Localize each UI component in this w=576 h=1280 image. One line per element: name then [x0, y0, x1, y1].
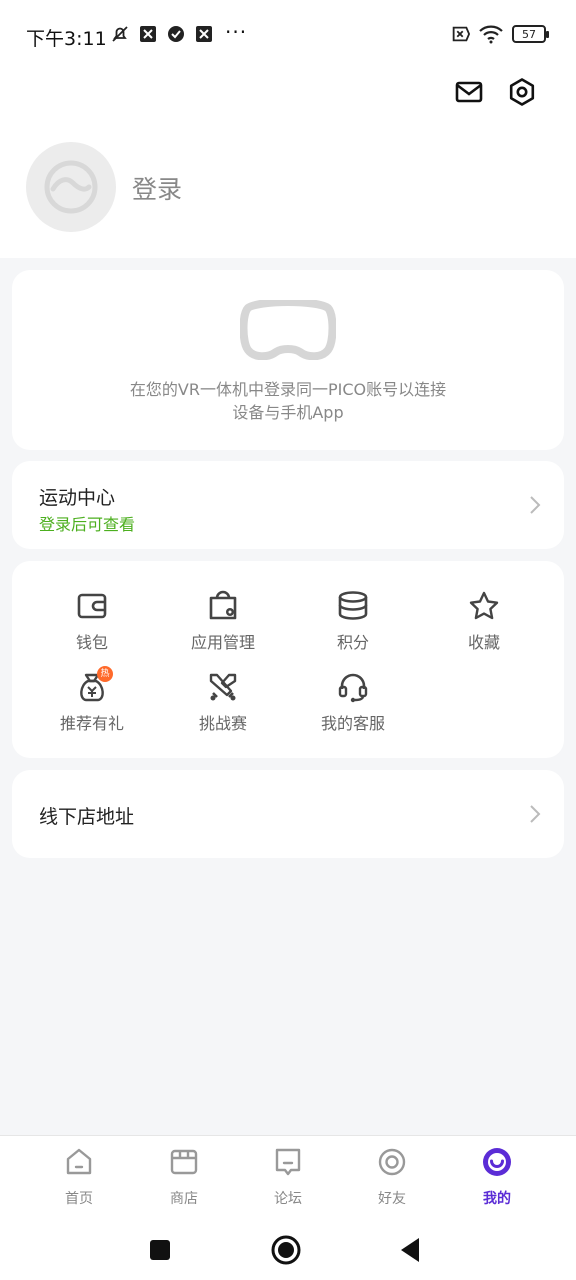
battery-level: 57: [522, 27, 536, 41]
grid-item-label: 挑战赛: [198, 714, 247, 733]
forum-icon: [275, 1148, 301, 1176]
me-icon: [483, 1148, 511, 1176]
grid-item-challenge[interactable]: 挑战赛: [163, 670, 283, 740]
grid-item-referral[interactable]: 热 推荐有礼: [32, 666, 152, 740]
app-manage-icon: [209, 590, 237, 620]
vr-connect-line2: 设备与手机App: [232, 403, 344, 422]
tab-label: 我的: [483, 1191, 511, 1207]
avatar[interactable]: [26, 142, 116, 232]
wifi-icon: [478, 24, 504, 44]
wallet-icon: [77, 593, 107, 619]
star-icon: [469, 591, 499, 620]
grid-item-app-manage[interactable]: 应用管理: [163, 589, 283, 659]
check-circle-icon: [166, 24, 186, 44]
muted-bell-icon: [110, 24, 130, 44]
home-system-button[interactable]: [266, 1230, 306, 1270]
tab-forum[interactable]: 论坛: [248, 1146, 328, 1216]
tab-label: 商店: [170, 1191, 198, 1207]
profile-header: 登录: [0, 70, 576, 258]
tab-home[interactable]: 首页: [39, 1146, 119, 1216]
offline-store-address-row[interactable]: 线下店地址: [12, 770, 564, 858]
grid-item-label: 推荐有礼: [59, 714, 124, 733]
grid-item-label: 应用管理: [190, 633, 255, 652]
friends-icon: [378, 1148, 406, 1176]
tab-label: 论坛: [274, 1191, 302, 1207]
back-system-button[interactable]: [390, 1230, 430, 1270]
grid-item-customer-service[interactable]: 我的客服: [293, 670, 413, 740]
sim-off-icon: [450, 24, 470, 44]
grid-item-points[interactable]: 积分: [293, 589, 413, 659]
vr-connect-card: 在您的VR一体机中登录同一PICO账号以连接 设备与手机App: [12, 270, 564, 450]
square-icon: [150, 1240, 170, 1260]
sport-center-subtitle: 登录后可查看: [39, 515, 136, 534]
settings-button[interactable]: [504, 74, 540, 110]
grid-item-label: 收藏: [467, 633, 500, 652]
status-time: 下午3:11: [26, 28, 107, 50]
store-icon: [170, 1149, 198, 1175]
home-icon: [66, 1148, 92, 1175]
tab-friends[interactable]: 好友: [352, 1146, 432, 1216]
default-avatar-icon: [44, 160, 98, 214]
back-triangle-icon: [401, 1238, 419, 1262]
mail-icon: [455, 81, 483, 103]
chevron-right-icon: [530, 496, 541, 514]
recent-apps-button[interactable]: [140, 1230, 180, 1270]
login-link[interactable]: 登录: [132, 170, 182, 206]
profile-page: 下午3:11 ··· 57 登录 在您的VR一体机中登录同一PICO账号以连接 …: [0, 0, 576, 1280]
status-notification-icons: [110, 24, 214, 44]
chevron-right-icon: [530, 805, 541, 823]
headset-icon: [338, 673, 368, 703]
circle-home-icon: [271, 1235, 301, 1265]
tab-label: 好友: [378, 1191, 406, 1207]
bottom-tab-bar: 首页 商店 论坛 好友 我的: [0, 1135, 576, 1220]
vr-connect-line1: 在您的VR一体机中登录同一PICO账号以连接: [129, 380, 447, 399]
points-icon: [338, 591, 368, 620]
feature-grid: 钱包 应用管理 积分 收藏 热 推荐有礼 挑战赛 我的客服: [12, 561, 564, 758]
grid-item-favorites[interactable]: 收藏: [424, 589, 544, 659]
tab-label: 首页: [65, 1191, 93, 1207]
grid-item-label: 我的客服: [320, 714, 385, 733]
grid-item-label: 钱包: [75, 633, 108, 652]
challenge-swords-icon: [209, 673, 237, 701]
status-bar: 下午3:11 ··· 57: [0, 0, 576, 70]
status-system-icons: 57: [450, 24, 549, 44]
grid-item-label: 积分: [336, 633, 369, 652]
battery-indicator: 57: [512, 25, 549, 43]
tab-store[interactable]: 商店: [144, 1146, 224, 1216]
system-nav-bar: [0, 1220, 576, 1280]
messages-button[interactable]: [451, 74, 487, 110]
tab-me[interactable]: 我的: [457, 1146, 537, 1216]
status-more-indicator: ···: [225, 20, 248, 44]
sport-center-row[interactable]: 运动中心 登录后可查看: [12, 461, 564, 549]
grid-item-wallet[interactable]: 钱包: [32, 589, 152, 659]
settings-icon: [509, 78, 535, 106]
vr-connect-instructions: 在您的VR一体机中登录同一PICO账号以连接 设备与手机App: [12, 378, 564, 424]
app-notification-icon: [138, 24, 158, 44]
vr-headset-icon: [240, 300, 336, 360]
app-notification-icon: [194, 24, 214, 44]
store-address-title: 线下店地址: [39, 806, 135, 828]
sport-center-title: 运动中心: [39, 487, 116, 509]
hot-badge: 热: [97, 666, 113, 682]
